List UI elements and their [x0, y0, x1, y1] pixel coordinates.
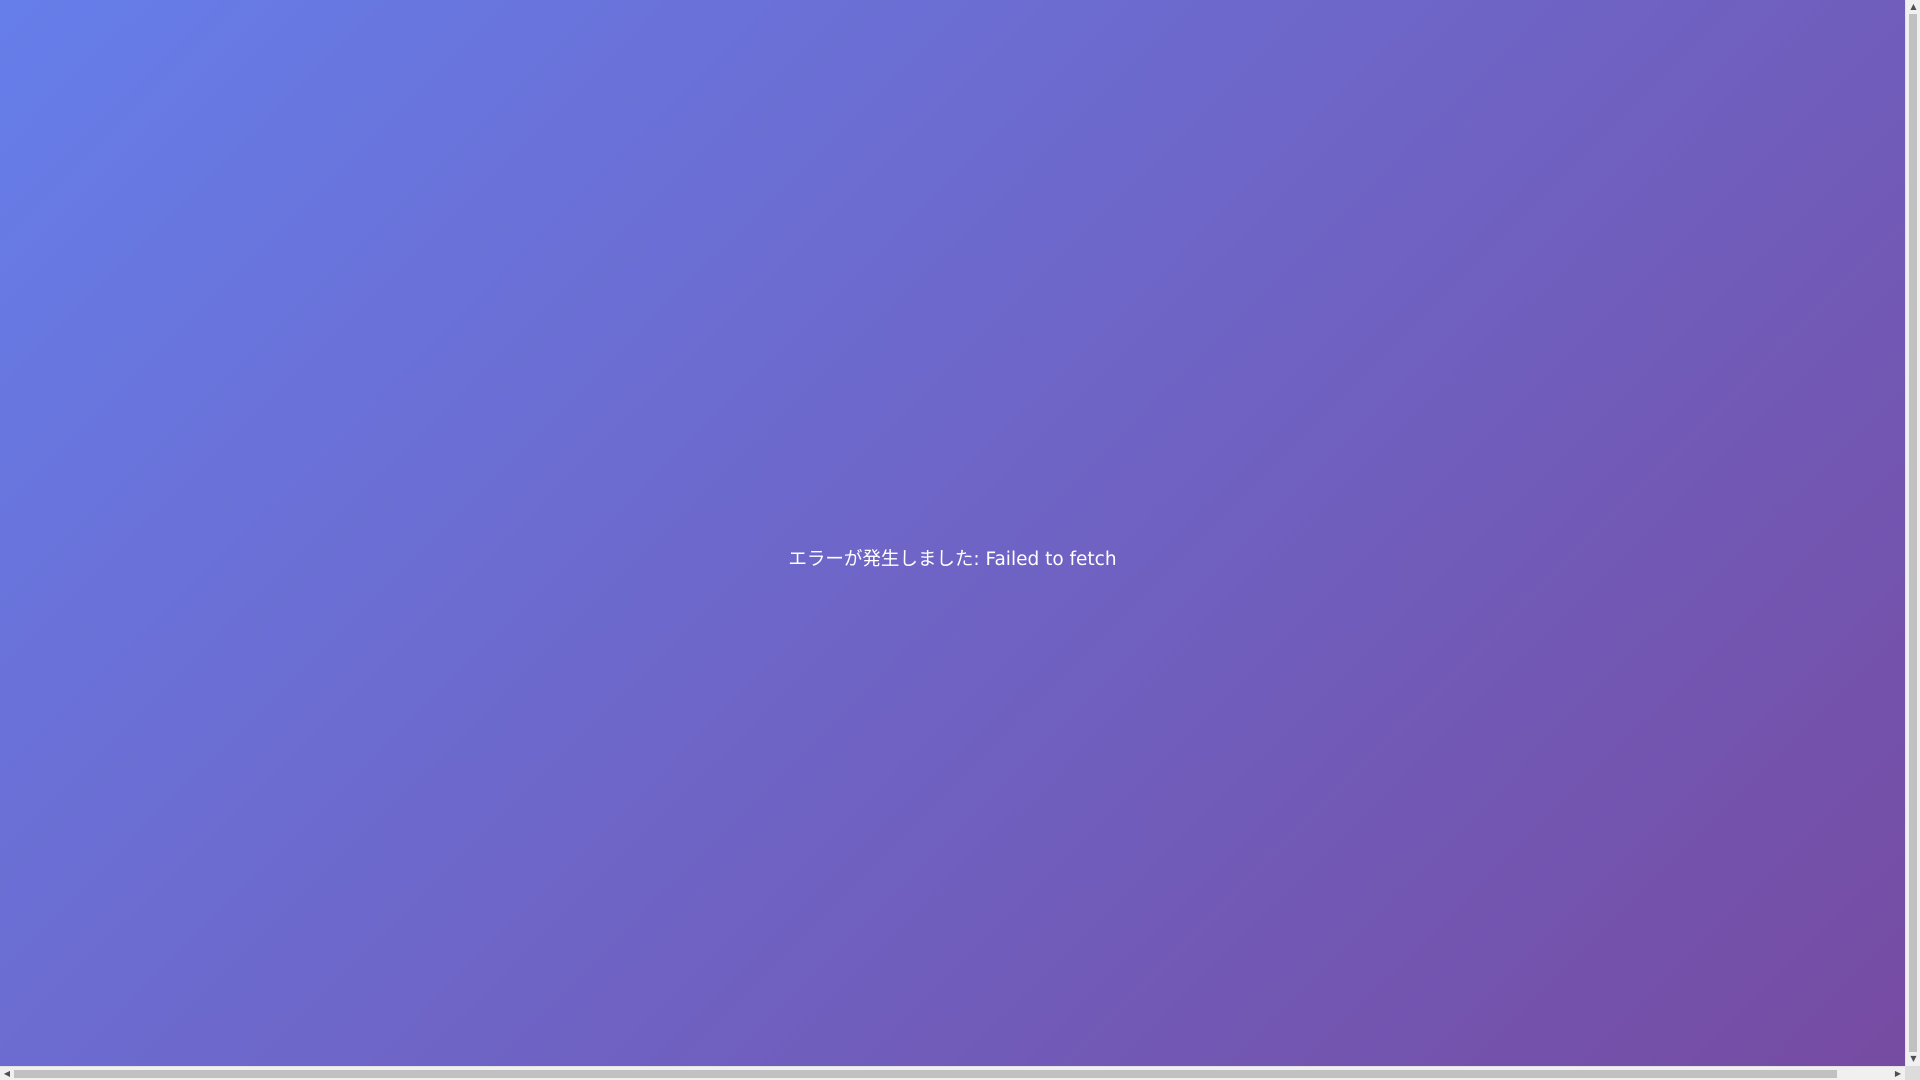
page-background: エラーが発生しました: Failed to fetch: [0, 0, 1905, 1066]
scroll-left-arrow-icon[interactable]: ◀: [0, 1067, 14, 1080]
scrollbar-corner: [1905, 1066, 1920, 1080]
scroll-up-arrow-icon[interactable]: ▲: [1906, 0, 1920, 14]
vertical-scrollbar-thumb[interactable]: [1909, 14, 1917, 1052]
vertical-scrollbar[interactable]: ▲ ▼: [1905, 0, 1920, 1066]
horizontal-scrollbar-thumb[interactable]: [14, 1070, 1837, 1078]
horizontal-scrollbar[interactable]: ◀ ▶: [0, 1066, 1905, 1080]
error-message: エラーが発生しました: Failed to fetch: [788, 549, 1117, 570]
scroll-right-arrow-icon[interactable]: ▶: [1891, 1067, 1905, 1080]
scroll-down-arrow-icon[interactable]: ▼: [1906, 1052, 1920, 1066]
